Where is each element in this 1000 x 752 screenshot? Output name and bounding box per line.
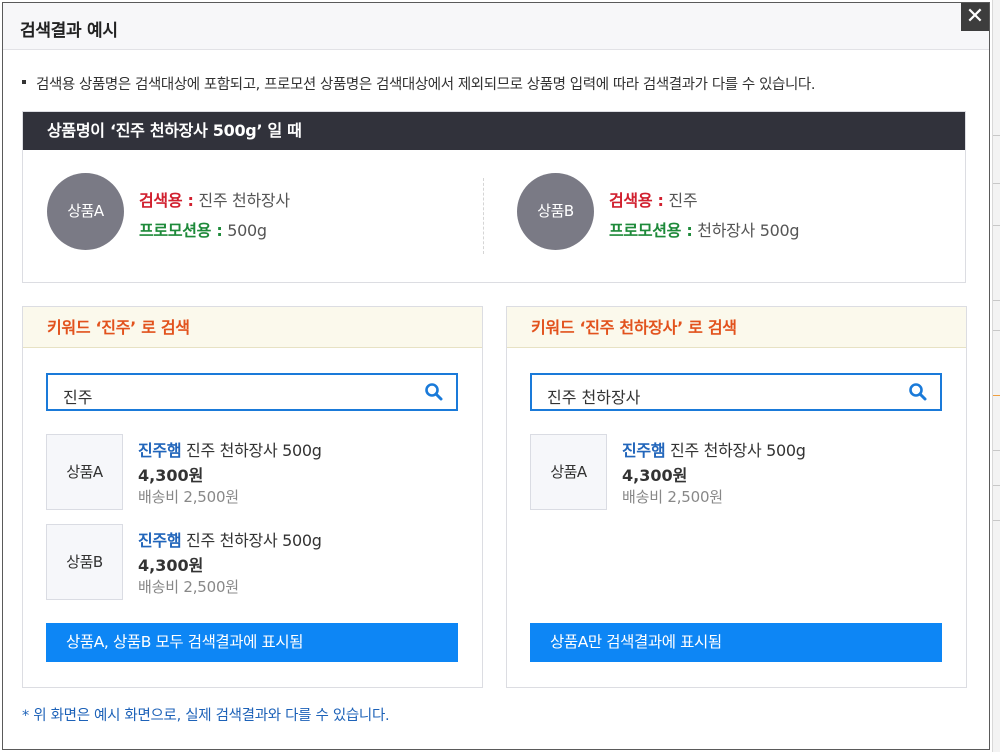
list-item[interactable]: 상품A 진주햄 진주 천하장사 500g 4,300원 배송비 2,500원 bbox=[46, 434, 466, 510]
product-name: 진주햄 진주 천하장사 500g bbox=[622, 437, 806, 461]
panel-heading: 키워드 ‘진주’ 로 검색 bbox=[23, 307, 482, 348]
promo-name-label: 프로모션용 : bbox=[609, 221, 693, 240]
panel-heading: 키워드 ‘진주 천하장사’ 로 검색 bbox=[507, 307, 966, 348]
product-title: 진주 천하장사 500g bbox=[181, 441, 322, 460]
product-a-search-name: 검색용 : 진주 천하장사 bbox=[139, 187, 290, 211]
background-page-edge bbox=[992, 0, 1000, 752]
product-title: 진주 천하장사 500g bbox=[181, 531, 322, 550]
search-icon[interactable] bbox=[908, 382, 928, 402]
product-b-badge: 상품B bbox=[517, 173, 594, 250]
search-name-label: 검색용 : bbox=[609, 191, 664, 210]
product-b-search-name: 검색용 : 진주 bbox=[609, 187, 698, 211]
result-summary-bar: 상품A만 검색결과에 표시됨 bbox=[530, 623, 942, 662]
product-title: 진주 천하장사 500g bbox=[665, 441, 806, 460]
search-name-value: 진주 천하장사 bbox=[193, 191, 290, 210]
product-name-case-box: 상품명이 ‘진주 천하장사 500g’ 일 때 상품A 검색용 : 진주 천하장… bbox=[22, 111, 966, 283]
shipping-fee: 배송비 2,500원 bbox=[622, 488, 723, 506]
search-input[interactable]: 진주 천하장사 bbox=[530, 373, 942, 411]
search-name-value: 진주 bbox=[663, 191, 698, 210]
close-icon[interactable]: ✕ bbox=[961, 3, 989, 31]
brand-name: 진주햄 bbox=[138, 441, 182, 460]
product-name: 진주햄 진주 천하장사 500g bbox=[138, 527, 322, 551]
brand-name: 진주햄 bbox=[138, 531, 182, 550]
keyword-search-panel-left: 키워드 ‘진주’ 로 검색 진주 상품A 진주햄 진주 천하장사 500g 4,… bbox=[22, 306, 483, 688]
product-b-promo-name: 프로모션용 : 천하장사 500g bbox=[609, 217, 800, 241]
notice-text: 검색용 상품명은 검색대상에 포함되고, 프로모션 상품명은 검색대상에서 제외… bbox=[36, 77, 816, 93]
search-icon[interactable] bbox=[424, 382, 444, 402]
product-a-badge: 상품A bbox=[47, 173, 124, 250]
shipping-fee: 배송비 2,500원 bbox=[138, 488, 239, 506]
promo-name-label: 프로모션용 : bbox=[139, 221, 223, 240]
shipping-fee: 배송비 2,500원 bbox=[138, 578, 239, 596]
product-price: 4,300원 bbox=[138, 466, 204, 485]
search-input[interactable]: 진주 bbox=[46, 373, 458, 411]
footnote: * 위 화면은 예시 화면으로, 실제 검색결과와 다를 수 있습니다. bbox=[22, 708, 390, 724]
modal-header: 검색결과 예시 ✕ bbox=[3, 3, 989, 50]
search-input-value: 진주 bbox=[63, 388, 93, 407]
case-body: 상품A 검색용 : 진주 천하장사 프로모션용 : 500g 상품B 검색용 :… bbox=[23, 150, 965, 282]
case-divider bbox=[483, 178, 484, 254]
product-name: 진주햄 진주 천하장사 500g bbox=[138, 437, 322, 461]
list-item[interactable]: 상품A 진주햄 진주 천하장사 500g 4,300원 배송비 2,500원 bbox=[530, 434, 950, 510]
promo-name-value: 500g bbox=[222, 221, 267, 240]
product-thumbnail: 상품A bbox=[46, 434, 123, 510]
case-heading: 상품명이 ‘진주 천하장사 500g’ 일 때 bbox=[23, 112, 965, 150]
list-item[interactable]: 상품B 진주햄 진주 천하장사 500g 4,300원 배송비 2,500원 bbox=[46, 524, 466, 600]
bullet-icon bbox=[22, 80, 26, 84]
product-price: 4,300원 bbox=[138, 556, 204, 575]
promo-name-value: 천하장사 500g bbox=[692, 221, 800, 240]
product-price: 4,300원 bbox=[622, 466, 688, 485]
result-summary-bar: 상품A, 상품B 모두 검색결과에 표시됨 bbox=[46, 623, 458, 662]
brand-name: 진주햄 bbox=[622, 441, 666, 460]
search-input-value: 진주 천하장사 bbox=[547, 388, 641, 407]
notice-line: 검색용 상품명은 검색대상에 포함되고, 프로모션 상품명은 검색대상에서 제외… bbox=[22, 73, 815, 94]
search-name-label: 검색용 : bbox=[139, 191, 194, 210]
product-thumbnail: 상품B bbox=[46, 524, 123, 600]
product-a-promo-name: 프로모션용 : 500g bbox=[139, 217, 267, 241]
keyword-search-panel-right: 키워드 ‘진주 천하장사’ 로 검색 진주 천하장사 상품A 진주햄 진주 천하… bbox=[506, 306, 967, 688]
product-thumbnail: 상품A bbox=[530, 434, 607, 510]
modal-title: 검색결과 예시 bbox=[20, 21, 118, 41]
